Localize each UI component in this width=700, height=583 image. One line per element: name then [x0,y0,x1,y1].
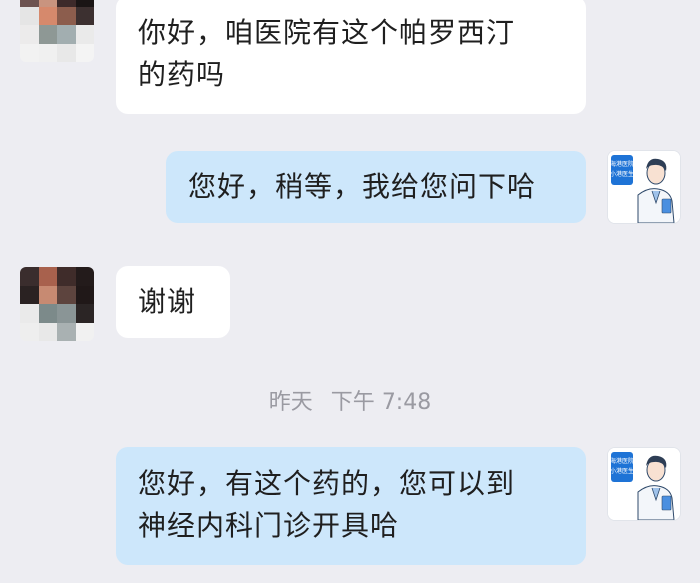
message-bubble[interactable]: 谢谢 [116,266,230,338]
timestamp-period: 下午 [330,390,375,415]
message-text-line: 您好，稍等，我给您问下哈 [188,170,537,203]
message-text-line: 你好，咱医院有这个帕罗西汀 [138,16,516,49]
message-text-line: 您好，有这个药的，您可以到 [138,467,516,500]
doctor-illustration-icon: 海港医院 小港医生 [608,151,680,223]
avatar-caption-line2: 小港医生 [610,467,634,475]
chat-window: 你好，咱医院有这个帕罗西汀 的药吗 您好，稍等，我给您问下哈 海港医院 小港医生… [0,0,700,583]
timestamp-divider: 昨天 下午 7:48 [0,384,700,416]
timestamp-day: 昨天 [268,390,313,415]
user-avatar[interactable] [20,0,94,62]
message-bubble[interactable]: 您好，稍等，我给您问下哈 [166,151,586,223]
user-avatar[interactable] [20,267,94,341]
message-bubble[interactable]: 你好，咱医院有这个帕罗西汀 的药吗 [116,0,586,114]
doctor-avatar[interactable]: 海港医院 小港医生 [607,150,681,224]
message-text-line: 神经内科门诊开具哈 [138,509,400,542]
doctor-avatar[interactable]: 海港医院 小港医生 [607,447,681,521]
doctor-illustration-icon: 海港医院 小港医生 [608,448,680,520]
message-text-line: 的药吗 [138,58,226,91]
timestamp-time: 7:48 [381,390,432,415]
avatar-caption-line1: 海港医院 [610,160,634,168]
message-text-line: 谢谢 [138,285,197,318]
avatar-caption-line2: 小港医生 [610,170,634,178]
avatar-caption-line1: 海港医院 [610,457,634,465]
message-bubble[interactable]: 您好，有这个药的，您可以到 神经内科门诊开具哈 [116,447,586,565]
